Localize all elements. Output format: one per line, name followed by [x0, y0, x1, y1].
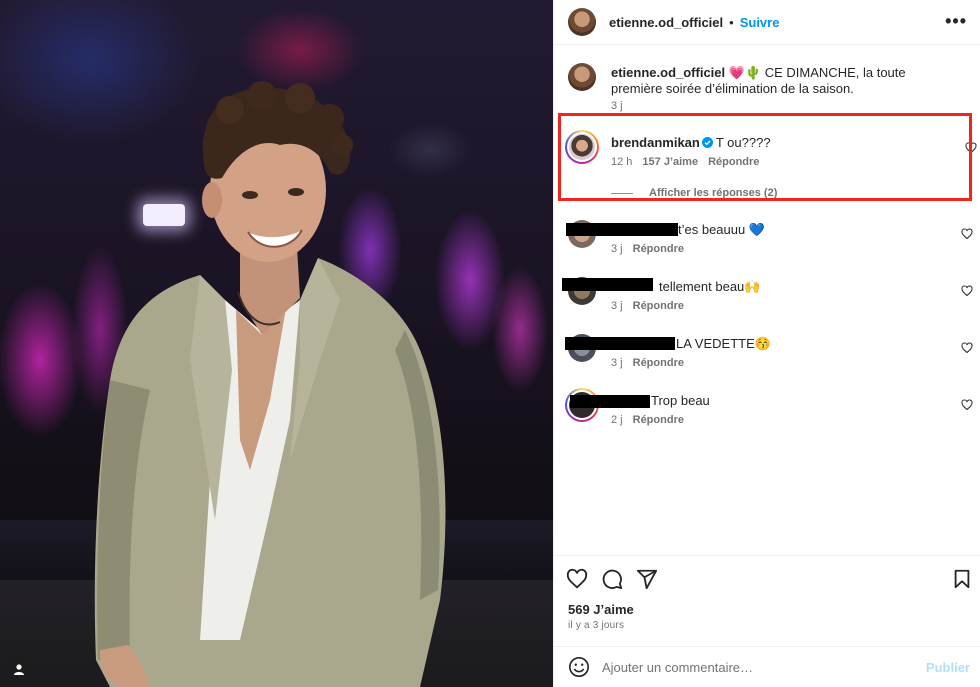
- header-separator: •: [729, 14, 734, 30]
- comment-text: Trop beau: [651, 393, 710, 408]
- comment-likes[interactable]: 157 J’aime: [642, 156, 698, 168]
- author-avatar[interactable]: [568, 8, 596, 36]
- post-timestamp: il y a 3 jours: [568, 620, 625, 631]
- caption-author[interactable]: etienne.od_officiel: [611, 65, 725, 80]
- redacted-username: [566, 223, 678, 236]
- redacted-username: [570, 395, 650, 408]
- person-illustration: [94, 81, 446, 687]
- save-icon[interactable]: [951, 568, 973, 590]
- share-icon[interactable]: [636, 568, 658, 590]
- heart-icon[interactable]: [961, 399, 973, 411]
- user-icon: [14, 664, 24, 675]
- show-replies-button[interactable]: Afficher les réponses (2): [611, 187, 777, 199]
- redacted-username: [562, 278, 653, 291]
- post-photo[interactable]: [0, 0, 553, 687]
- instagram-post: etienne.od_officiel • Suivre ••• etienne…: [0, 0, 980, 687]
- comment-age: 3 j: [611, 300, 623, 312]
- verified-icon: [701, 137, 713, 148]
- comment-composer: Publier: [554, 646, 980, 687]
- post-header: etienne.od_officiel • Suivre •••: [554, 0, 980, 44]
- comment-age: 3 j: [611, 357, 623, 369]
- comment-body: T ou????: [715, 135, 771, 150]
- heart-icon[interactable]: [566, 568, 588, 590]
- like-count[interactable]: 569 J’aime: [568, 602, 634, 617]
- heart-icon[interactable]: [965, 142, 977, 154]
- redacted-username: [565, 337, 675, 350]
- show-replies-label[interactable]: Afficher les réponses (2): [649, 187, 777, 199]
- comment-input[interactable]: [602, 659, 912, 675]
- commenter-avatar[interactable]: [565, 130, 599, 164]
- heart-icon[interactable]: [961, 342, 973, 354]
- comment-meta: 3 j Répondre: [611, 243, 684, 255]
- comment-text: tellement beau🙌: [659, 279, 761, 294]
- comment-age: 3 j: [611, 243, 623, 255]
- comments-section[interactable]: etienne.od_officiel 💗🌵 CE DIMANCHE, la t…: [554, 44, 980, 554]
- heart-icon[interactable]: [961, 285, 973, 297]
- replies-line: [611, 192, 633, 194]
- publish-button[interactable]: Publier: [926, 660, 970, 675]
- action-bar: [554, 555, 980, 599]
- comment-text: t’es beauuu 💙: [678, 222, 766, 237]
- comment-text: LA VEDETTE😚: [676, 336, 771, 351]
- comment-age: 2 j: [611, 414, 623, 426]
- comment-text: brendanmikan T ou????: [611, 135, 941, 151]
- emoji-icon[interactable]: [568, 656, 590, 678]
- comment-meta: 2 j Répondre: [611, 414, 684, 426]
- comment-meta: 3 j Répondre: [611, 300, 684, 312]
- comment-icon[interactable]: [601, 568, 623, 590]
- comment-meta: 12 h 157 J’aime Répondre: [611, 156, 759, 168]
- comment-meta: 3 j Répondre: [611, 357, 684, 369]
- more-icon[interactable]: •••: [945, 12, 967, 30]
- caption-age: 3 j: [611, 100, 623, 112]
- follow-button[interactable]: Suivre: [740, 15, 780, 30]
- author-username[interactable]: etienne.od_officiel: [609, 15, 723, 30]
- reply-button[interactable]: Répondre: [708, 156, 759, 168]
- caption-text: etienne.od_officiel 💗🌵 CE DIMANCHE, la t…: [611, 65, 951, 97]
- post-side-panel: etienne.od_officiel • Suivre ••• etienne…: [553, 0, 980, 687]
- caption-meta: 3 j: [611, 100, 623, 112]
- comment-age: 12 h: [611, 156, 633, 168]
- user-tag-button[interactable]: [8, 658, 30, 680]
- caption-author-avatar[interactable]: [568, 63, 596, 91]
- heart-icon[interactable]: [961, 228, 973, 240]
- reply-button[interactable]: Répondre: [633, 300, 684, 312]
- reply-button[interactable]: Répondre: [633, 414, 684, 426]
- reply-button[interactable]: Répondre: [633, 243, 684, 255]
- comment-author[interactable]: brendanmikan: [611, 135, 700, 150]
- reply-button[interactable]: Répondre: [633, 357, 684, 369]
